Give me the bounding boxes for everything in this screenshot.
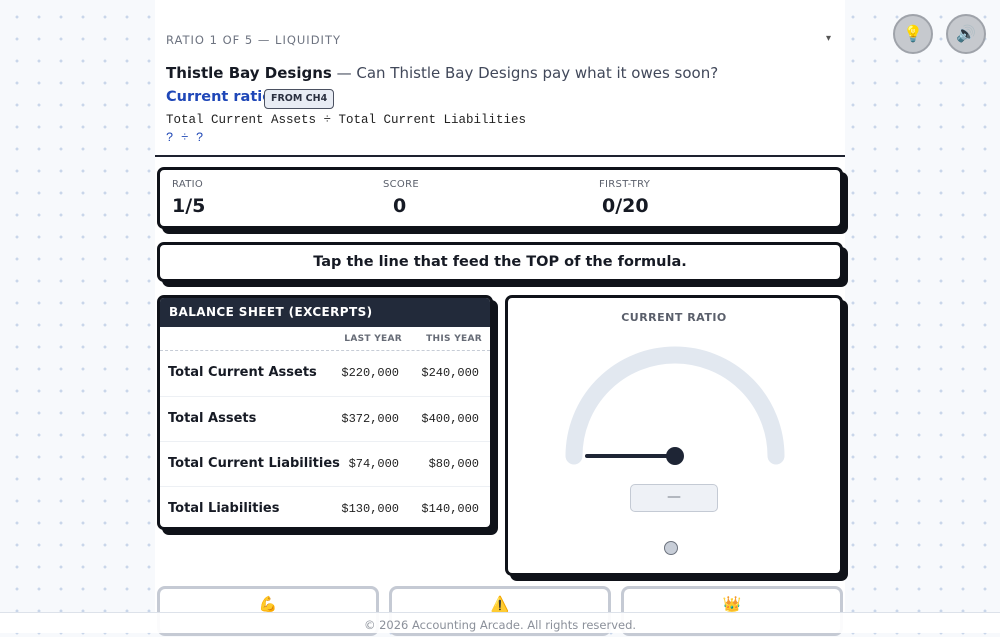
row-this-year: $80,000 [428, 457, 479, 471]
stat-label: RATIO [172, 179, 204, 190]
divider [155, 155, 845, 157]
gauge-needle-knob [666, 447, 684, 465]
row-label: Total Liabilities [168, 501, 280, 516]
gauge-dial [565, 346, 785, 465]
stats-bar: RATIO 1/5 SCORE 0 FIRST-TRY 0/20 [157, 167, 843, 229]
crown-icon: 👑 [722, 595, 742, 613]
balance-row-total-liabilities[interactable]: Total Liabilities $130,000 $140,000 [160, 486, 490, 527]
column-header-last-year: LAST YEAR [344, 334, 402, 344]
row-last-year: $74,000 [348, 457, 399, 471]
hint-button[interactable]: 💡 [893, 14, 933, 54]
row-last-year: $372,000 [341, 412, 399, 426]
row-label: Total Current Liabilities [168, 456, 340, 471]
company-name: Thistle Bay Designs [166, 64, 332, 82]
flexed-biceps-icon: 💪 [258, 595, 278, 613]
formula-placeholder: ? ÷ ? [166, 131, 204, 145]
sound-button[interactable]: 🔊 [946, 14, 986, 54]
stat-label: FIRST-TRY [599, 179, 651, 190]
column-header-this-year: THIS YEAR [426, 334, 482, 344]
current-ratio-gauge: CURRENT RATIO — [505, 295, 843, 576]
ratio-name: Current ratio [166, 89, 273, 105]
row-label: Total Current Assets [168, 365, 317, 380]
gauge-track [565, 346, 785, 465]
row-last-year: $220,000 [341, 366, 399, 380]
balance-row-total-current-assets[interactable]: Total Current Assets $220,000 $240,000 [160, 351, 490, 396]
speaker-icon: 🔊 [956, 24, 976, 43]
row-this-year: $240,000 [421, 366, 479, 380]
lightbulb-icon: 💡 [903, 24, 923, 43]
balance-row-total-current-liabilities[interactable]: Total Current Liabilities $74,000 $80,00… [160, 441, 490, 487]
balance-sheet-card: BALANCE SHEET (EXCERPTS) LAST YEAR THIS … [157, 295, 493, 530]
ratio-readout: — [630, 484, 718, 512]
stat-value: 0 [393, 195, 407, 217]
source-badge: FROM CH4 [264, 89, 335, 109]
stat-ratio: RATIO 1/5 [172, 179, 205, 217]
row-this-year: $400,000 [421, 412, 479, 426]
case-question: Thistle Bay Designs — Can Thistle Bay De… [166, 64, 718, 82]
row-label: Total Assets [168, 411, 257, 426]
progress-label: RATIO 1 OF 5 — LIQUIDITY [166, 33, 341, 47]
instruction-prompt: Tap the line that feed the TOP of the fo… [157, 242, 843, 282]
stat-first-try: FIRST-TRY 0/20 [599, 179, 650, 217]
chevron-down-icon[interactable]: ▾ [826, 33, 831, 44]
question-text: — Can Thistle Bay Designs pay what it ow… [331, 64, 719, 82]
stat-score: SCORE 0 [383, 179, 419, 217]
footer: © 2026 Accounting Arcade. All rights res… [0, 612, 1000, 633]
stat-value: 0/20 [602, 195, 649, 217]
formula-text: Total Current Assets ÷ Total Current Lia… [166, 113, 527, 127]
stat-value: 1/5 [172, 195, 206, 217]
row-this-year: $140,000 [421, 502, 479, 516]
row-last-year: $130,000 [341, 502, 399, 516]
balance-sheet-title: BALANCE SHEET (EXCERPTS) [160, 298, 490, 327]
status-indicator [664, 541, 678, 555]
stat-label: SCORE [383, 179, 419, 190]
balance-row-total-assets[interactable]: Total Assets $372,000 $400,000 [160, 396, 490, 442]
warning-icon: ⚠️ [490, 595, 510, 613]
